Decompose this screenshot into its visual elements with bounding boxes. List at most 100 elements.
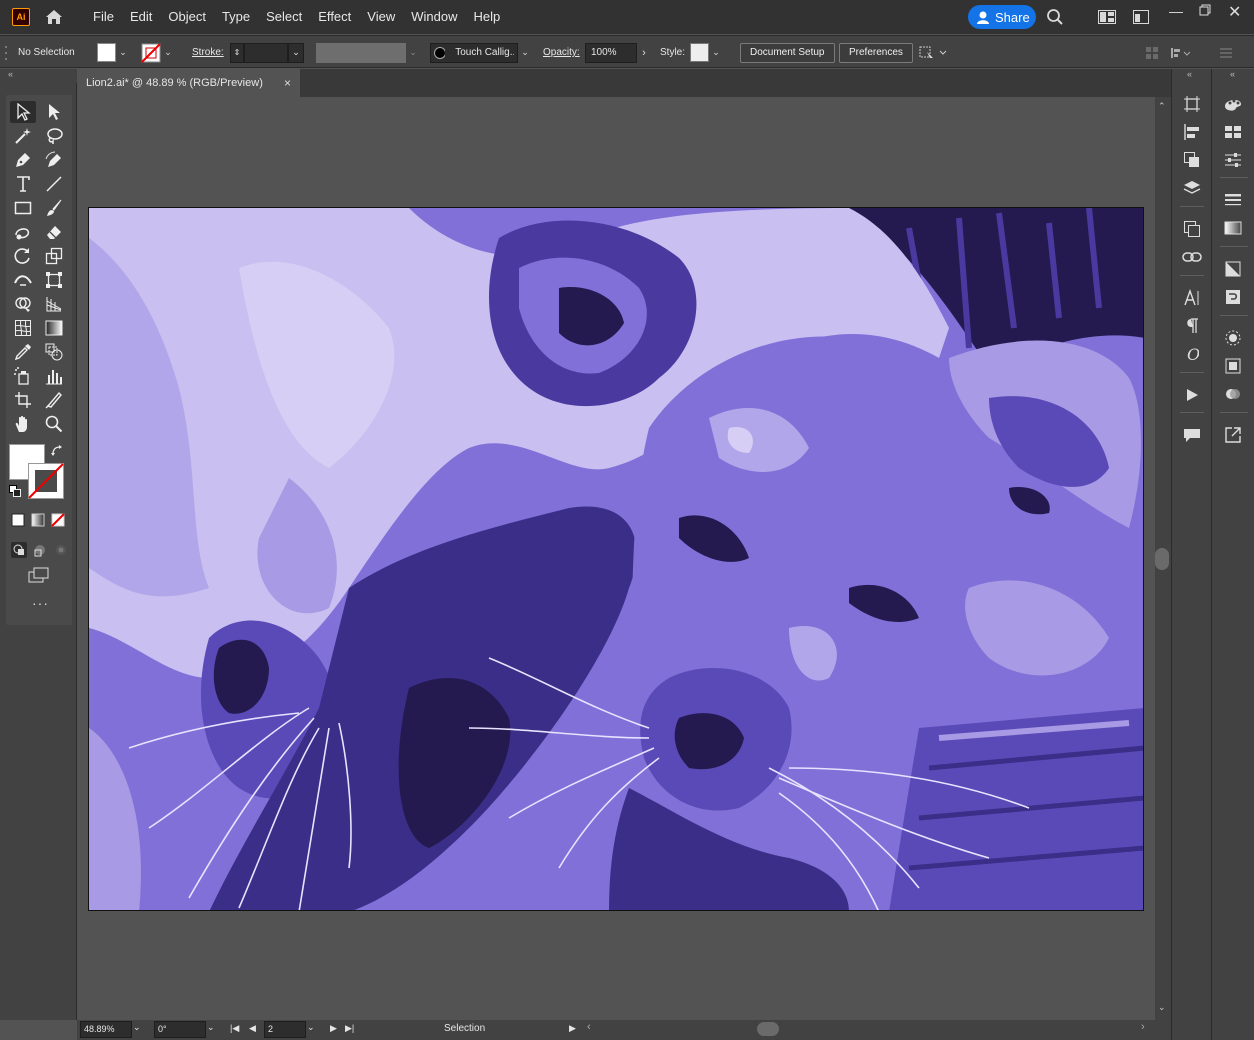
magic-wand-tool-icon[interactable] — [10, 125, 36, 147]
direct-selection-tool-icon[interactable] — [41, 101, 67, 123]
menu-file[interactable]: File — [85, 0, 122, 34]
curvature-tool-icon[interactable] — [41, 149, 67, 171]
slice-tool-icon[interactable] — [41, 389, 67, 411]
screen-mode-icon[interactable] — [28, 567, 50, 583]
collapse-icon[interactable]: « — [1187, 69, 1192, 79]
brush-definition[interactable]: Touch Callig... ⌄ — [430, 42, 532, 63]
minimize-icon[interactable]: — — [1169, 3, 1183, 19]
menu-select[interactable]: Select — [258, 0, 310, 34]
menu-help[interactable]: Help — [465, 0, 508, 34]
home-icon[interactable] — [43, 6, 65, 28]
distribute-icon[interactable] — [1170, 42, 1192, 63]
transform-panel-icon[interactable] — [1178, 217, 1206, 241]
eyedropper-tool-icon[interactable] — [10, 341, 36, 363]
document-tab[interactable]: Lion2.ai* @ 48.89 % (RGB/Preview) × — [77, 69, 300, 97]
appearance-panel-icon[interactable] — [1219, 326, 1247, 350]
chevron-down-icon[interactable]: ⌄ — [207, 1022, 215, 1033]
export-panel-icon[interactable] — [1219, 423, 1247, 447]
default-fill-stroke-icon[interactable] — [9, 485, 21, 497]
image-trace-panel-icon[interactable] — [1219, 285, 1247, 309]
previous-artboard-icon[interactable]: ◀ — [249, 1023, 256, 1034]
first-artboard-icon[interactable]: |◀ — [230, 1023, 239, 1034]
rotation-field[interactable]: 0° — [154, 1021, 206, 1038]
none-mode-icon[interactable] — [51, 513, 65, 527]
graphic-style-swatch[interactable]: ⌄ — [690, 42, 723, 63]
collapse-icon[interactable]: « — [8, 69, 13, 79]
horizontal-scroll-thumb[interactable] — [757, 1022, 779, 1036]
pen-tool-icon[interactable] — [10, 149, 36, 171]
menu-object[interactable]: Object — [160, 0, 214, 34]
search-icon[interactable] — [1046, 8, 1064, 26]
menu-edit[interactable]: Edit — [122, 0, 160, 34]
next-artboard-icon[interactable]: ▶ — [330, 1023, 337, 1034]
comments-panel-icon[interactable] — [1178, 423, 1206, 447]
zoom-field[interactable]: 48.89% — [80, 1021, 132, 1038]
menu-type[interactable]: Type — [214, 0, 258, 34]
control-bar-menu-icon[interactable] — [1220, 42, 1234, 63]
close-tab-icon[interactable]: × — [284, 76, 291, 90]
transparency-panel-icon[interactable] — [1219, 257, 1247, 281]
chevron-down-icon[interactable]: ⌄ — [518, 43, 532, 62]
collapse-icon[interactable]: « — [1230, 69, 1235, 79]
selection-tool-icon[interactable] — [10, 101, 36, 123]
workspace-switcher-icon[interactable] — [1133, 10, 1149, 24]
opacity-label[interactable]: Opacity: — [543, 42, 580, 63]
eraser-tool-icon[interactable] — [41, 221, 67, 243]
gradient-tool-icon[interactable] — [41, 317, 67, 339]
stroke-color-swatch[interactable] — [28, 463, 64, 499]
chevron-down-icon[interactable]: ⌄ — [161, 43, 175, 62]
pathfinder-panel-icon[interactable] — [1178, 148, 1206, 172]
color-mode-icon[interactable] — [11, 513, 25, 527]
hand-tool-icon[interactable] — [10, 413, 36, 435]
artboards-panel-icon[interactable] — [1178, 92, 1206, 116]
column-graph-tool-icon[interactable] — [41, 365, 67, 387]
swatches-panel-icon[interactable] — [1219, 120, 1247, 144]
scale-tool-icon[interactable] — [41, 245, 67, 267]
last-artboard-icon[interactable]: ▶| — [345, 1023, 354, 1034]
layers-panel-icon[interactable] — [1178, 176, 1206, 200]
quick-actions-icon[interactable] — [918, 42, 948, 63]
artboard-tool-icon[interactable] — [10, 389, 36, 411]
zoom-tool-icon[interactable] — [41, 413, 67, 435]
stroke-swatch[interactable]: ⌄ — [141, 42, 175, 63]
artboard[interactable] — [88, 207, 1144, 911]
status-menu-icon[interactable]: ▶ — [569, 1023, 576, 1034]
swap-fill-stroke-icon[interactable] — [51, 445, 63, 457]
graphic-styles-panel-icon[interactable] — [1219, 354, 1247, 378]
shape-builder-tool-icon[interactable] — [10, 293, 36, 315]
preferences-button[interactable]: Preferences — [839, 42, 913, 63]
scroll-up-icon[interactable]: ⌃ — [1158, 101, 1166, 112]
artboard-number-field[interactable]: 2 — [264, 1021, 306, 1038]
blend-tool-icon[interactable] — [41, 341, 67, 363]
menu-view[interactable]: View — [359, 0, 403, 34]
variable-width-profile[interactable]: ⌄ — [316, 42, 420, 63]
actions-panel-icon[interactable] — [1178, 383, 1206, 407]
symbol-sprayer-tool-icon[interactable] — [10, 365, 36, 387]
arrange-documents-icon[interactable] — [1098, 10, 1116, 24]
gradient-panel-icon[interactable] — [1219, 216, 1247, 240]
chevron-down-icon[interactable]: ⌄ — [133, 1022, 141, 1033]
chevron-down-icon[interactable]: ⌄ — [307, 1022, 315, 1033]
paintbrush-tool-icon[interactable] — [41, 197, 67, 219]
align-panel-icon[interactable] — [1178, 120, 1206, 144]
opacity-field[interactable]: 100% › — [585, 42, 651, 63]
edit-toolbar-icon[interactable]: ··· — [32, 595, 49, 611]
shaper-tool-icon[interactable] — [10, 221, 36, 243]
gradient-mode-icon[interactable] — [31, 513, 45, 527]
scroll-right-icon[interactable]: › — [1141, 1021, 1145, 1033]
draw-behind-icon[interactable] — [32, 542, 48, 558]
menu-effect[interactable]: Effect — [310, 0, 359, 34]
character-panel-icon[interactable] — [1178, 286, 1206, 310]
stroke-panel-icon[interactable] — [1219, 188, 1247, 212]
color-panel-icon[interactable] — [1219, 92, 1247, 116]
stroke-weight-stepper[interactable]: ⇕ ⌄ — [230, 42, 304, 63]
close-window-icon[interactable]: ✕ — [1228, 2, 1241, 22]
chevron-down-icon[interactable]: ⌄ — [116, 43, 130, 62]
document-setup-button[interactable]: Document Setup — [740, 42, 835, 63]
maximize-icon[interactable] — [1199, 4, 1211, 16]
fill-swatch[interactable]: ⌄ — [97, 42, 130, 63]
menu-window[interactable]: Window — [403, 0, 465, 34]
share-button[interactable]: Share — [968, 5, 1036, 29]
lasso-tool-icon[interactable] — [41, 125, 67, 147]
paragraph-panel-icon[interactable] — [1178, 314, 1206, 338]
